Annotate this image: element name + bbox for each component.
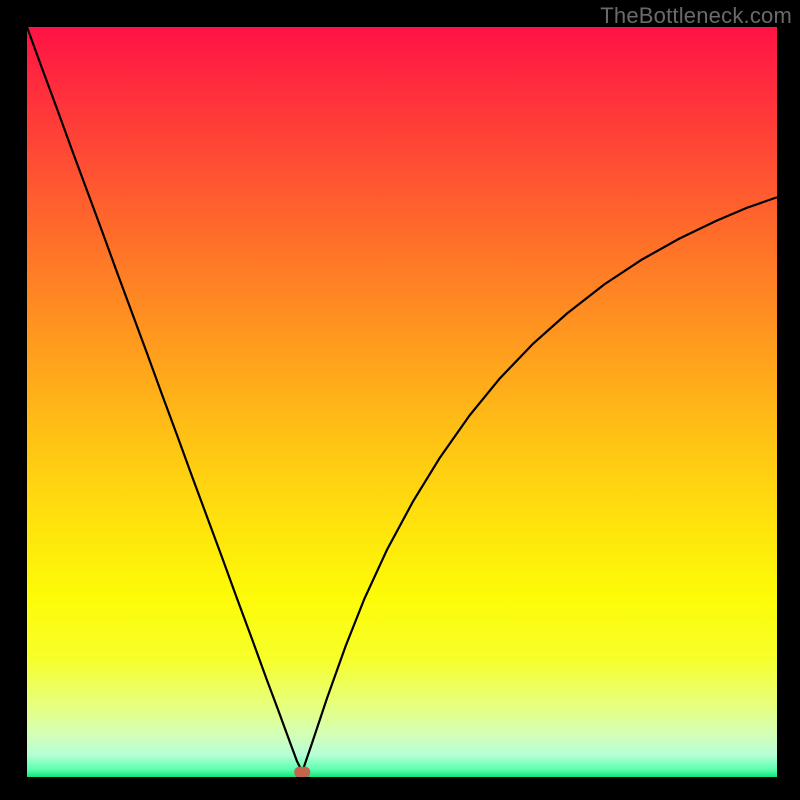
bottleneck-curve (27, 27, 777, 777)
chart-container: TheBottleneck.com (0, 0, 800, 800)
plot-area (27, 27, 777, 777)
watermark-text: TheBottleneck.com (600, 3, 792, 29)
